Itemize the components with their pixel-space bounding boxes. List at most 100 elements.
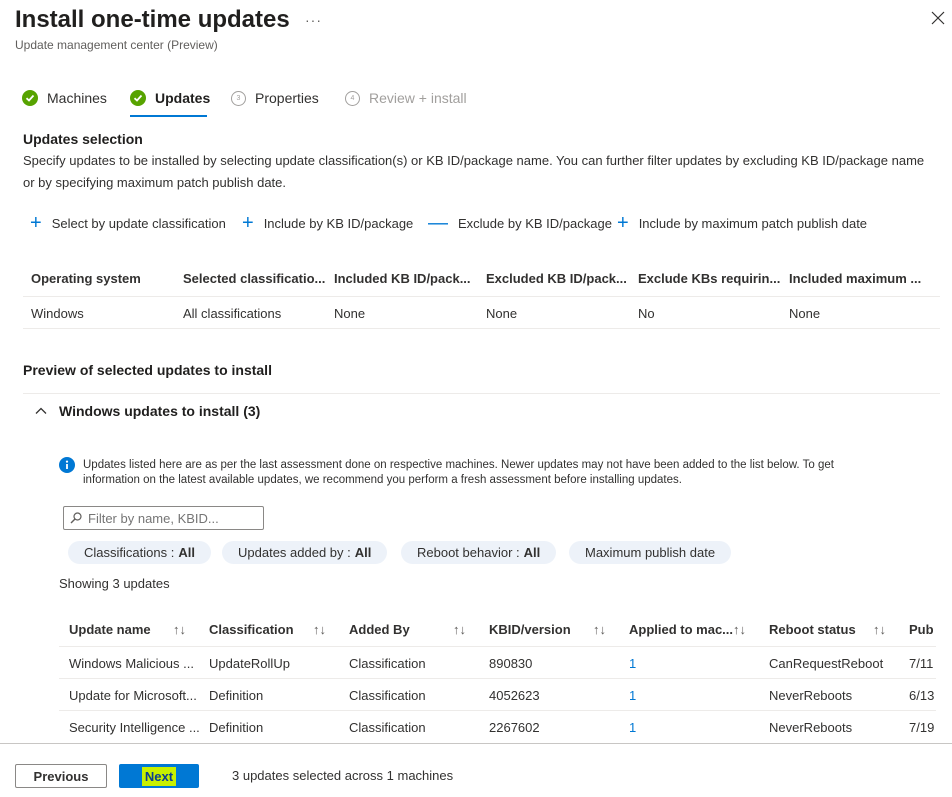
- updates-selection-description: Specify updates to be installed by selec…: [23, 153, 925, 190]
- table-cell: 4052623: [489, 688, 540, 703]
- column-header-update-name[interactable]: Update name: [69, 622, 151, 637]
- table-cell: Classification: [349, 688, 426, 703]
- more-options-icon[interactable]: ···: [305, 12, 322, 28]
- table-cell: None: [789, 306, 821, 321]
- column-header: Selected classificatio...: [183, 271, 326, 286]
- table-cell-update-name: Security Intelligence ...: [69, 720, 200, 735]
- divider: [23, 328, 940, 329]
- sort-icon[interactable]: ↑↓: [873, 622, 886, 637]
- applied-machines-link[interactable]: 1: [629, 720, 636, 735]
- filter-chip-max-publish-date[interactable]: Maximum publish date: [569, 541, 732, 564]
- table-cell: Definition: [209, 688, 264, 703]
- action-label: Include by maximum patch publish date: [638, 215, 868, 231]
- windows-updates-group-toggle[interactable]: Windows updates to install (3): [34, 403, 260, 419]
- column-header-classification[interactable]: Classification: [209, 622, 294, 637]
- step-number-icon: 3: [231, 90, 246, 106]
- column-header-applied-to[interactable]: Applied to mac...: [629, 622, 733, 637]
- table-cell: 2267602: [489, 720, 540, 735]
- table-cell: Definition: [209, 720, 264, 735]
- table-cell: Classification: [349, 656, 426, 671]
- footer-divider: [0, 743, 952, 744]
- sort-icon[interactable]: ↑↓: [313, 622, 326, 637]
- table-cell: All classifications: [183, 306, 282, 321]
- chip-value: All: [523, 545, 541, 560]
- step-label: Updates: [155, 90, 211, 106]
- filter-search-box[interactable]: [63, 506, 264, 530]
- table-cell: Windows: [31, 306, 84, 321]
- sort-icon[interactable]: ↑↓: [733, 622, 746, 637]
- action-label: Exclude by KB ID/package: [458, 215, 612, 231]
- plus-icon: +: [30, 212, 42, 234]
- action-label: Select by update classification: [51, 215, 226, 231]
- step-label: Review + install: [369, 90, 467, 106]
- table-cell: None: [334, 306, 366, 321]
- select-by-classification-button[interactable]: + Select by update classification: [30, 212, 226, 234]
- step-label: Properties: [255, 90, 319, 106]
- preview-heading: Preview of selected updates to install: [23, 362, 272, 378]
- updates-selection-heading: Updates selection: [23, 131, 143, 147]
- applied-machines-link[interactable]: 1: [629, 688, 636, 703]
- divider: [59, 678, 936, 679]
- filter-input[interactable]: [88, 510, 258, 526]
- column-header: Operating system: [31, 271, 141, 286]
- include-by-max-date-button[interactable]: + Include by maximum patch publish date: [617, 212, 868, 234]
- page-subtitle: Update management center (Preview): [15, 38, 218, 52]
- column-header-added-by[interactable]: Added By: [349, 622, 410, 637]
- table-cell: None: [486, 306, 518, 321]
- table-cell: UpdateRollUp: [209, 656, 290, 671]
- step-machines[interactable]: Machines: [22, 90, 107, 106]
- step-properties[interactable]: 3 Properties: [231, 90, 319, 106]
- step-updates[interactable]: Updates: [130, 90, 210, 106]
- step-label: Machines: [47, 90, 107, 106]
- column-header: Included KB ID/pack...: [334, 271, 471, 286]
- chevron-up-icon: [35, 407, 47, 414]
- plus-icon: +: [242, 212, 254, 234]
- filter-chip-reboot-behavior[interactable]: Reboot behavior : All: [401, 541, 557, 564]
- checkmark-icon: [130, 90, 146, 106]
- sort-icon[interactable]: ↑↓: [453, 622, 466, 637]
- previous-button[interactable]: Previous: [15, 764, 107, 788]
- include-by-kb-button[interactable]: + Include by KB ID/package: [242, 212, 414, 234]
- step-number-icon: 4: [345, 90, 360, 106]
- divider: [23, 393, 940, 394]
- selection-status: 3 updates selected across 1 machines: [232, 768, 454, 783]
- group-label: Windows updates to install (3): [59, 403, 261, 419]
- column-header-published[interactable]: Pub: [909, 622, 934, 637]
- chip-label: Updates added by :: [238, 545, 351, 560]
- exclude-by-kb-button[interactable]: — Exclude by KB ID/package: [428, 213, 612, 233]
- page-title: Install one-time updates: [15, 6, 290, 33]
- chip-label: Maximum publish date: [585, 545, 716, 560]
- chip-value: All: [354, 545, 372, 560]
- table-cell-update-name: Windows Malicious ...: [69, 656, 194, 671]
- close-icon[interactable]: [930, 10, 946, 26]
- sort-icon[interactable]: ↑↓: [593, 622, 606, 637]
- applied-machines-link[interactable]: 1: [629, 656, 636, 671]
- next-button[interactable]: Next: [119, 764, 199, 788]
- column-header: Included maximum ...: [789, 271, 922, 286]
- info-icon: [59, 457, 75, 473]
- table-cell: NeverReboots: [769, 720, 853, 735]
- table-cell: NeverReboots: [769, 688, 853, 703]
- sort-icon[interactable]: ↑↓: [173, 622, 186, 637]
- table-cell: No: [638, 306, 655, 321]
- action-label: Include by KB ID/package: [263, 215, 414, 231]
- active-step-indicator: [130, 115, 207, 117]
- next-button-label: Next: [141, 766, 177, 786]
- table-cell: 7/11: [909, 656, 934, 671]
- step-review-install: 4 Review + install: [345, 90, 467, 106]
- table-cell: 7/19: [909, 720, 934, 735]
- table-cell-update-name: Update for Microsoft...: [69, 688, 197, 703]
- chip-label: Classifications :: [84, 545, 175, 560]
- column-header-reboot-status[interactable]: Reboot status: [769, 622, 856, 637]
- filter-chip-classifications[interactable]: Classifications : All: [68, 541, 211, 564]
- checkmark-icon: [22, 90, 38, 106]
- table-cell: CanRequestReboot: [769, 656, 884, 671]
- column-header-kbid[interactable]: KBID/version: [489, 622, 571, 637]
- showing-count: Showing 3 updates: [59, 576, 170, 591]
- chip-value: All: [178, 545, 195, 560]
- plus-icon: +: [617, 212, 629, 234]
- table-cell: 890830: [489, 656, 533, 671]
- divider: [59, 710, 936, 711]
- column-header: Exclude KBs requirin...: [638, 271, 781, 286]
- filter-chip-updates-added-by[interactable]: Updates added by : All: [222, 541, 388, 564]
